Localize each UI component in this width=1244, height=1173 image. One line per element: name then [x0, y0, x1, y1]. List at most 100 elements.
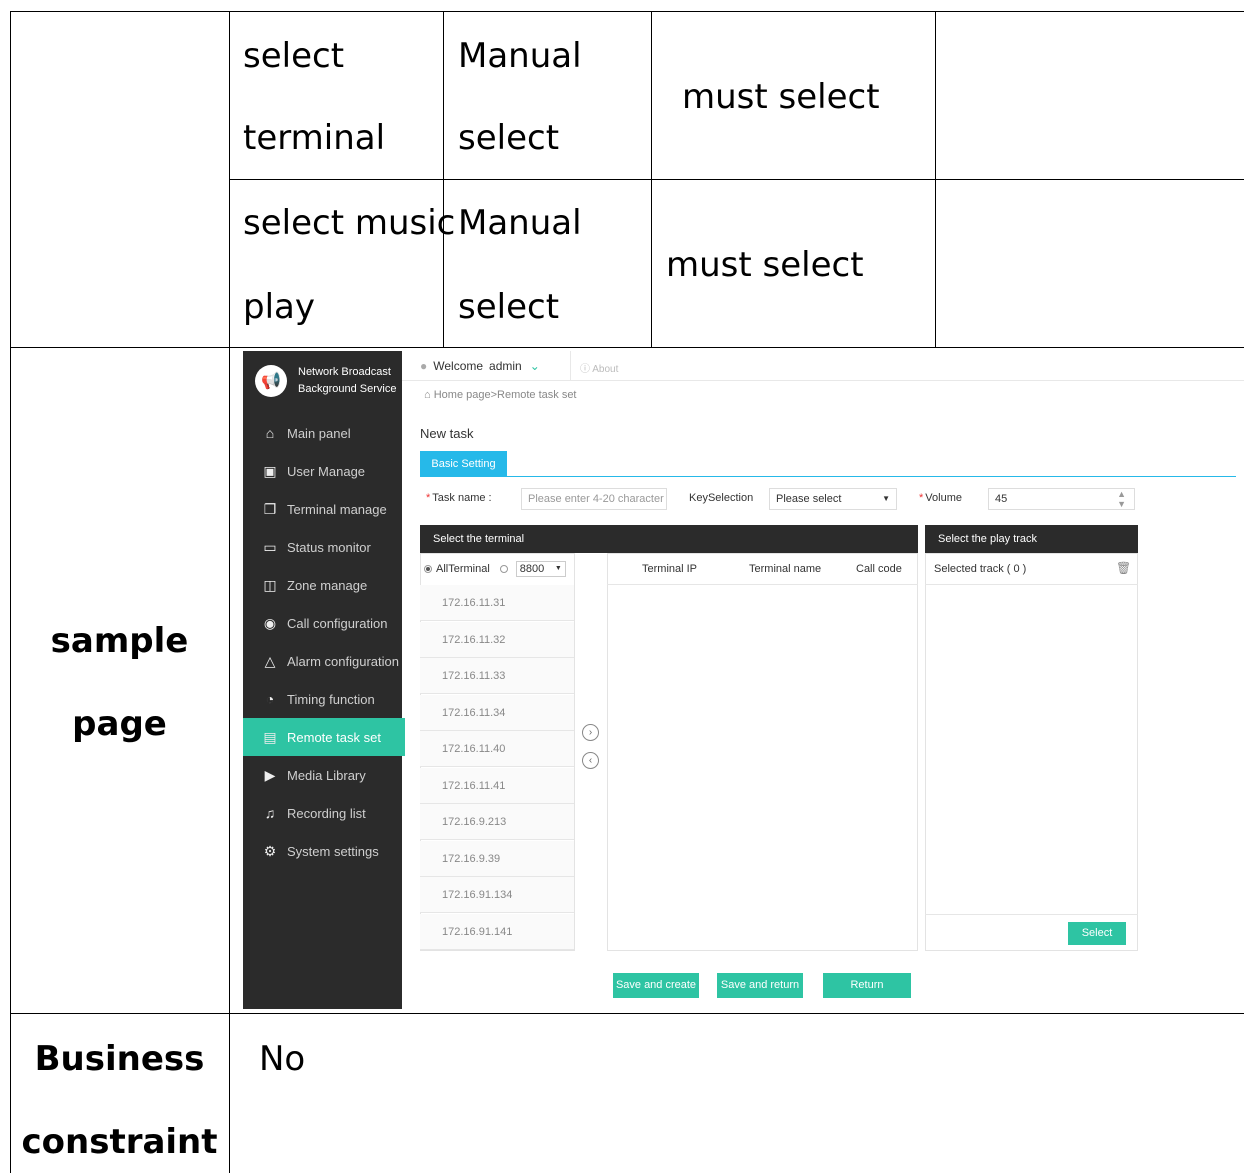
- list-item[interactable]: 172.16.91.141: [420, 913, 574, 950]
- field-rule: must select: [682, 77, 880, 117]
- zone-icon: ◫: [263, 576, 277, 593]
- volume-label: * Volume: [919, 492, 962, 504]
- terminal-panel-title: Select the terminal: [420, 525, 918, 553]
- table-column-divider: [651, 11, 652, 347]
- key-selection-label: KeySelection: [689, 492, 754, 504]
- divider: [925, 584, 1138, 585]
- row-label-line1: sample: [50, 621, 189, 661]
- row-label-line1: Business: [34, 1039, 205, 1079]
- task-name-label: * Task name :: [426, 492, 492, 504]
- move-left-icon[interactable]: ‹: [582, 752, 599, 769]
- breadcrumb: ⌂ Home page>Remote task set: [424, 389, 577, 401]
- save-and-return-button[interactable]: Save and return: [717, 973, 803, 998]
- sidebar: 📢 Network Broadcast Background Service ⌂…: [243, 351, 405, 1009]
- list-item[interactable]: 172.16.11.31: [420, 585, 574, 621]
- col-terminal-ip: Terminal IP: [642, 563, 698, 575]
- select-track-button[interactable]: Select: [1068, 922, 1126, 945]
- sidebar-item-zone-manage[interactable]: ◫ Zone manage: [243, 566, 405, 604]
- sidebar-item-recording-list[interactable]: ♫ Recording list: [243, 794, 405, 832]
- brand-line2: Background Service: [298, 383, 397, 395]
- stepper-arrows-icon: ▲ ▼: [1117, 489, 1126, 509]
- list-item[interactable]: 172.16.91.134: [420, 877, 574, 913]
- list-item[interactable]: 172.16.11.32: [420, 621, 574, 658]
- volume-stepper[interactable]: 45 ▲ ▼: [988, 488, 1135, 510]
- about-link[interactable]: ⓘ About: [580, 360, 618, 375]
- list-item[interactable]: 172.16.11.34: [420, 694, 574, 731]
- brand-line1: Network Broadcast: [298, 366, 391, 378]
- list-item[interactable]: 172.16.11.40: [420, 731, 574, 767]
- home-icon[interactable]: ⌂: [424, 389, 431, 401]
- list-item[interactable]: 172.16.11.41: [420, 767, 574, 804]
- divider: [607, 584, 918, 585]
- field-name-line2: play: [243, 287, 315, 327]
- row-label-line2: page: [72, 704, 167, 744]
- user-icon: ●: [420, 359, 428, 373]
- chevron-down-icon[interactable]: ⌄: [530, 359, 540, 373]
- field-name-line1: select music: [243, 203, 456, 243]
- sidebar-item-alarm-configuration[interactable]: △ Alarm configuration: [243, 642, 405, 680]
- list-item[interactable]: 172.16.11.33: [420, 658, 574, 694]
- sidebar-item-main-panel[interactable]: ⌂ Main panel: [243, 414, 405, 452]
- list-item[interactable]: 172.16.9.39: [420, 840, 574, 877]
- field-type-line2: select: [458, 287, 560, 327]
- caret-down-icon: ▼: [554, 565, 562, 572]
- constraint-value: No: [259, 1039, 306, 1079]
- sidebar-item-label: Media Library: [287, 767, 366, 783]
- gear-icon: ⚙: [263, 842, 277, 859]
- port-radio[interactable]: [499, 565, 508, 573]
- save-and-create-button[interactable]: Save and create: [613, 973, 699, 998]
- table-column-divider: [229, 11, 230, 1173]
- field-type-line2: select: [458, 118, 560, 158]
- all-terminal-radio[interactable]: [424, 565, 432, 573]
- sidebar-item-label: System settings: [287, 843, 379, 859]
- trash-icon[interactable]: 🗑: [1116, 561, 1131, 575]
- move-right-icon[interactable]: ›: [582, 724, 599, 741]
- col-call-code: Call code: [856, 563, 902, 575]
- sidebar-item-label: Alarm configuration: [287, 653, 399, 669]
- info-icon: ⓘ: [580, 364, 590, 375]
- sidebar-item-label: User Manage: [287, 463, 366, 479]
- timer-icon: ◔: [265, 691, 275, 707]
- sidebar-item-label: Zone manage: [287, 577, 368, 593]
- tab-underline: [420, 476, 1236, 477]
- brand: 📢 Network Broadcast Background Service: [255, 364, 396, 398]
- sidebar-item-remote-task-set[interactable]: ▤ Remote task set: [243, 718, 405, 756]
- user-menu[interactable]: ● Welcome admin ⌄: [420, 359, 540, 373]
- username: admin: [489, 359, 522, 373]
- field-name-line1: select: [243, 36, 345, 76]
- sidebar-item-user-manage[interactable]: ▣ User Manage: [243, 452, 405, 490]
- sidebar-item-label: Status monitor: [287, 539, 371, 555]
- media-icon: ▶: [264, 766, 276, 783]
- caret-down-icon: ▼: [882, 494, 890, 503]
- list-item[interactable]: 172.16.9.213: [420, 804, 574, 840]
- bell-icon: △: [264, 652, 276, 669]
- row-label-line2: constraint: [21, 1122, 218, 1162]
- broadcast-icon: ◉: [263, 614, 277, 631]
- table-column-divider: [935, 11, 936, 347]
- port-select[interactable]: 8800 ▼: [515, 561, 566, 577]
- sidebar-item-label: Remote task set: [287, 729, 381, 745]
- terminal-icon: ❐: [263, 500, 277, 517]
- sidebar-item-label: Call configuration: [287, 615, 388, 631]
- col-terminal-name: Terminal name: [749, 563, 822, 575]
- sidebar-item-label: Recording list: [287, 805, 366, 821]
- page-title: New task: [420, 426, 474, 441]
- topbar: ● Welcome admin ⌄ ⓘ About: [402, 351, 1244, 381]
- sidebar-item-status-monitor[interactable]: ▭ Status monitor: [243, 528, 405, 566]
- key-selection-select[interactable]: Please select ▼: [769, 488, 897, 510]
- sidebar-item-timing-function[interactable]: ◔ Timing function: [243, 680, 405, 718]
- task-name-input[interactable]: Please enter 4-20 character: [521, 488, 667, 510]
- tab-basic-setting[interactable]: Basic Setting: [420, 451, 507, 477]
- return-button[interactable]: Return: [823, 973, 911, 998]
- sidebar-item-system-settings[interactable]: ⚙ System settings: [243, 832, 405, 870]
- sidebar-item-media-library[interactable]: ▶ Media Library: [243, 756, 405, 794]
- selected-track-count: Selected track ( 0 ): [934, 563, 1027, 575]
- field-type-line1: Manual: [458, 203, 582, 243]
- selected-terminal-panel: [607, 553, 918, 951]
- sample-page-screenshot: 📢 Network Broadcast Background Service ⌂…: [243, 351, 1244, 1009]
- home-icon: ⌂: [265, 425, 275, 441]
- sidebar-item-terminal-manage[interactable]: ❐ Terminal manage: [243, 490, 405, 528]
- sidebar-item-call-configuration[interactable]: ◉ Call configuration: [243, 604, 405, 642]
- user-card-icon: ▣: [263, 462, 277, 479]
- sidebar-item-label: Terminal manage: [287, 501, 387, 517]
